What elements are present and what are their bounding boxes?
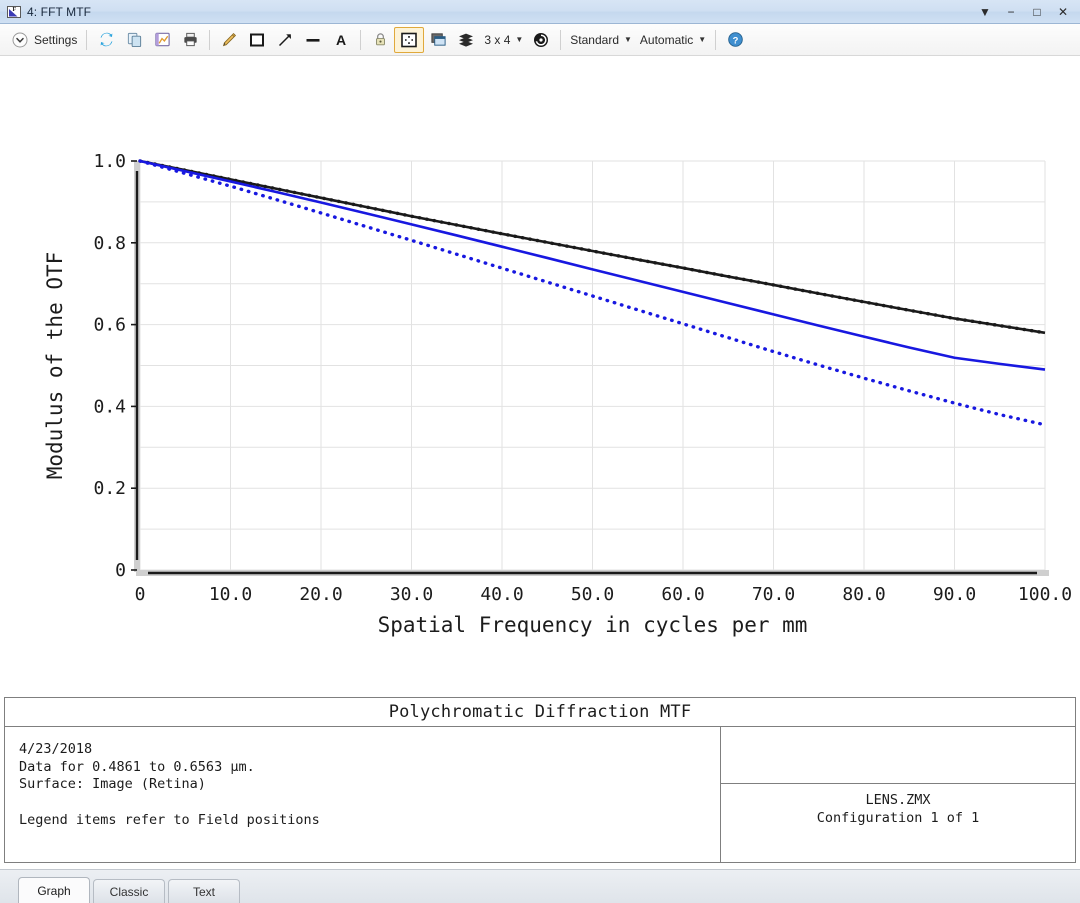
layers-button[interactable] (452, 27, 480, 53)
pencil-icon (219, 30, 239, 50)
arrow-tool-button[interactable] (271, 27, 299, 53)
line-icon (303, 30, 323, 50)
fit-window-button[interactable] (394, 27, 424, 53)
svg-text:40.0: 40.0 (480, 584, 523, 605)
line-tool-button[interactable] (299, 27, 327, 53)
save-image-icon (152, 30, 172, 50)
tab-classic[interactable]: Classic (93, 879, 165, 903)
lock-icon (370, 30, 390, 50)
tab-graph[interactable]: Graph (18, 877, 90, 903)
save-image-button[interactable] (148, 27, 176, 53)
windows-button[interactable] (424, 27, 452, 53)
svg-text:0: 0 (115, 560, 126, 581)
svg-text:70.0: 70.0 (752, 584, 795, 605)
info-data-range: Data for 0.4861 to 0.6563 µm. (19, 759, 720, 777)
svg-text:0.2: 0.2 (93, 478, 126, 499)
window-controls: ▼ − □ ✕ (972, 0, 1076, 24)
toolbar-separator-2 (209, 30, 210, 50)
tab-text[interactable]: Text (168, 879, 240, 903)
window-minimize-button[interactable]: − (998, 1, 1024, 23)
svg-text:A: A (336, 32, 346, 48)
windows-icon (428, 30, 448, 50)
svg-text:60.0: 60.0 (661, 584, 704, 605)
window-dropdown-button[interactable]: ▼ (972, 1, 998, 23)
lock-button[interactable] (366, 27, 394, 53)
svg-text:0.4: 0.4 (93, 396, 126, 417)
chart-title: Polychromatic Diffraction MTF (5, 698, 1075, 727)
info-right-bottom-cell: LENS.ZMX Configuration 1 of 1 (721, 784, 1075, 862)
toolbar-separator-5 (715, 30, 716, 50)
info-right-top-cell (721, 727, 1075, 784)
toolbar-separator-3 (360, 30, 361, 50)
text-a-icon: A (331, 30, 351, 50)
window-title: 4: FFT MTF (27, 5, 91, 19)
bottom-tabstrip: Graph Classic Text (0, 869, 1080, 903)
fit-window-icon (399, 30, 419, 50)
info-block: Polychromatic Diffraction MTF 4/23/2018 … (4, 697, 1076, 863)
style-dropdown[interactable]: Standard ▼ (566, 27, 636, 53)
info-note: Legend items refer to Field positions (19, 812, 720, 830)
graph-area[interactable]: 0 0.2 0.4 0.6 0.8 1.0 0 10.0 20.0 30.0 40.0 50.0 60.… (0, 57, 1080, 692)
window-titlebar: F 4: FFT MTF ▼ − □ ✕ (0, 0, 1080, 24)
copy-button[interactable] (120, 27, 148, 53)
info-date: 4/23/2018 (19, 741, 720, 759)
info-surface: Surface: Image (Retina) (19, 776, 720, 794)
grid-size-dropdown[interactable]: 3 x 4 ▼ (480, 27, 527, 53)
mtf-plot[interactable]: 0 0.2 0.4 0.6 0.8 1.0 0 10.0 20.0 30.0 40.0 50.0 60.… (0, 57, 1080, 692)
svg-text:Spatial Frequency in cycles pe: Spatial Frequency in cycles per mm (378, 613, 808, 637)
clock-icon (531, 30, 551, 50)
info-configuration: Configuration 1 of 1 (817, 809, 980, 827)
layers-icon (456, 30, 476, 50)
grid-size-label: 3 x 4 (484, 33, 510, 47)
chevron-down-icon: ▼ (624, 35, 632, 44)
svg-text:?: ? (732, 35, 738, 46)
toolbar-separator-1 (86, 30, 87, 50)
plot-gridlines (140, 161, 1045, 570)
printer-icon (180, 30, 200, 50)
refresh-button[interactable] (92, 27, 120, 53)
svg-text:80.0: 80.0 (842, 584, 885, 605)
svg-text:F: F (13, 7, 17, 13)
svg-text:30.0: 30.0 (390, 584, 433, 605)
scale-label: Automatic (640, 33, 693, 47)
rectangle-tool-button[interactable] (243, 27, 271, 53)
window-maximize-button[interactable]: □ (1024, 1, 1050, 23)
toolbar-separator-4 (560, 30, 561, 50)
svg-text:100.0: 100.0 (1018, 584, 1072, 605)
toolbar: Settings (0, 24, 1080, 56)
svg-text:0.6: 0.6 (93, 315, 126, 336)
settings-button[interactable]: Settings (6, 27, 81, 53)
svg-text:90.0: 90.0 (933, 584, 976, 605)
svg-text:Modulus of the OTF: Modulus of the OTF (43, 252, 67, 480)
style-label: Standard (570, 33, 619, 47)
svg-text:10.0: 10.0 (209, 584, 252, 605)
svg-text:1.0: 1.0 (93, 151, 126, 172)
clock-button[interactable] (527, 27, 555, 53)
refresh-icon (96, 30, 116, 50)
info-left-panel: 4/23/2018 Data for 0.4861 to 0.6563 µm. … (5, 727, 720, 862)
pencil-tool-button[interactable] (215, 27, 243, 53)
copy-icon (124, 30, 144, 50)
svg-text:50.0: 50.0 (571, 584, 614, 605)
print-button[interactable] (176, 27, 204, 53)
arrow-icon (275, 30, 295, 50)
scale-dropdown[interactable]: Automatic ▼ (636, 27, 710, 53)
chevron-down-circle-icon (10, 30, 30, 50)
info-file-name: LENS.ZMX (865, 791, 930, 809)
info-right-panel: LENS.ZMX Configuration 1 of 1 (720, 727, 1075, 862)
svg-text:0: 0 (135, 584, 146, 605)
window-close-button[interactable]: ✕ (1050, 1, 1076, 23)
help-icon: ? (725, 30, 745, 50)
rectangle-icon (247, 30, 267, 50)
help-button[interactable]: ? (721, 27, 749, 53)
chevron-down-icon: ▼ (515, 35, 523, 44)
settings-label: Settings (34, 33, 77, 47)
fft-mtf-window-icon: F (5, 3, 23, 21)
text-tool-button[interactable]: A (327, 27, 355, 53)
chevron-down-icon: ▼ (698, 35, 706, 44)
svg-text:20.0: 20.0 (299, 584, 342, 605)
svg-text:0.8: 0.8 (93, 233, 126, 254)
